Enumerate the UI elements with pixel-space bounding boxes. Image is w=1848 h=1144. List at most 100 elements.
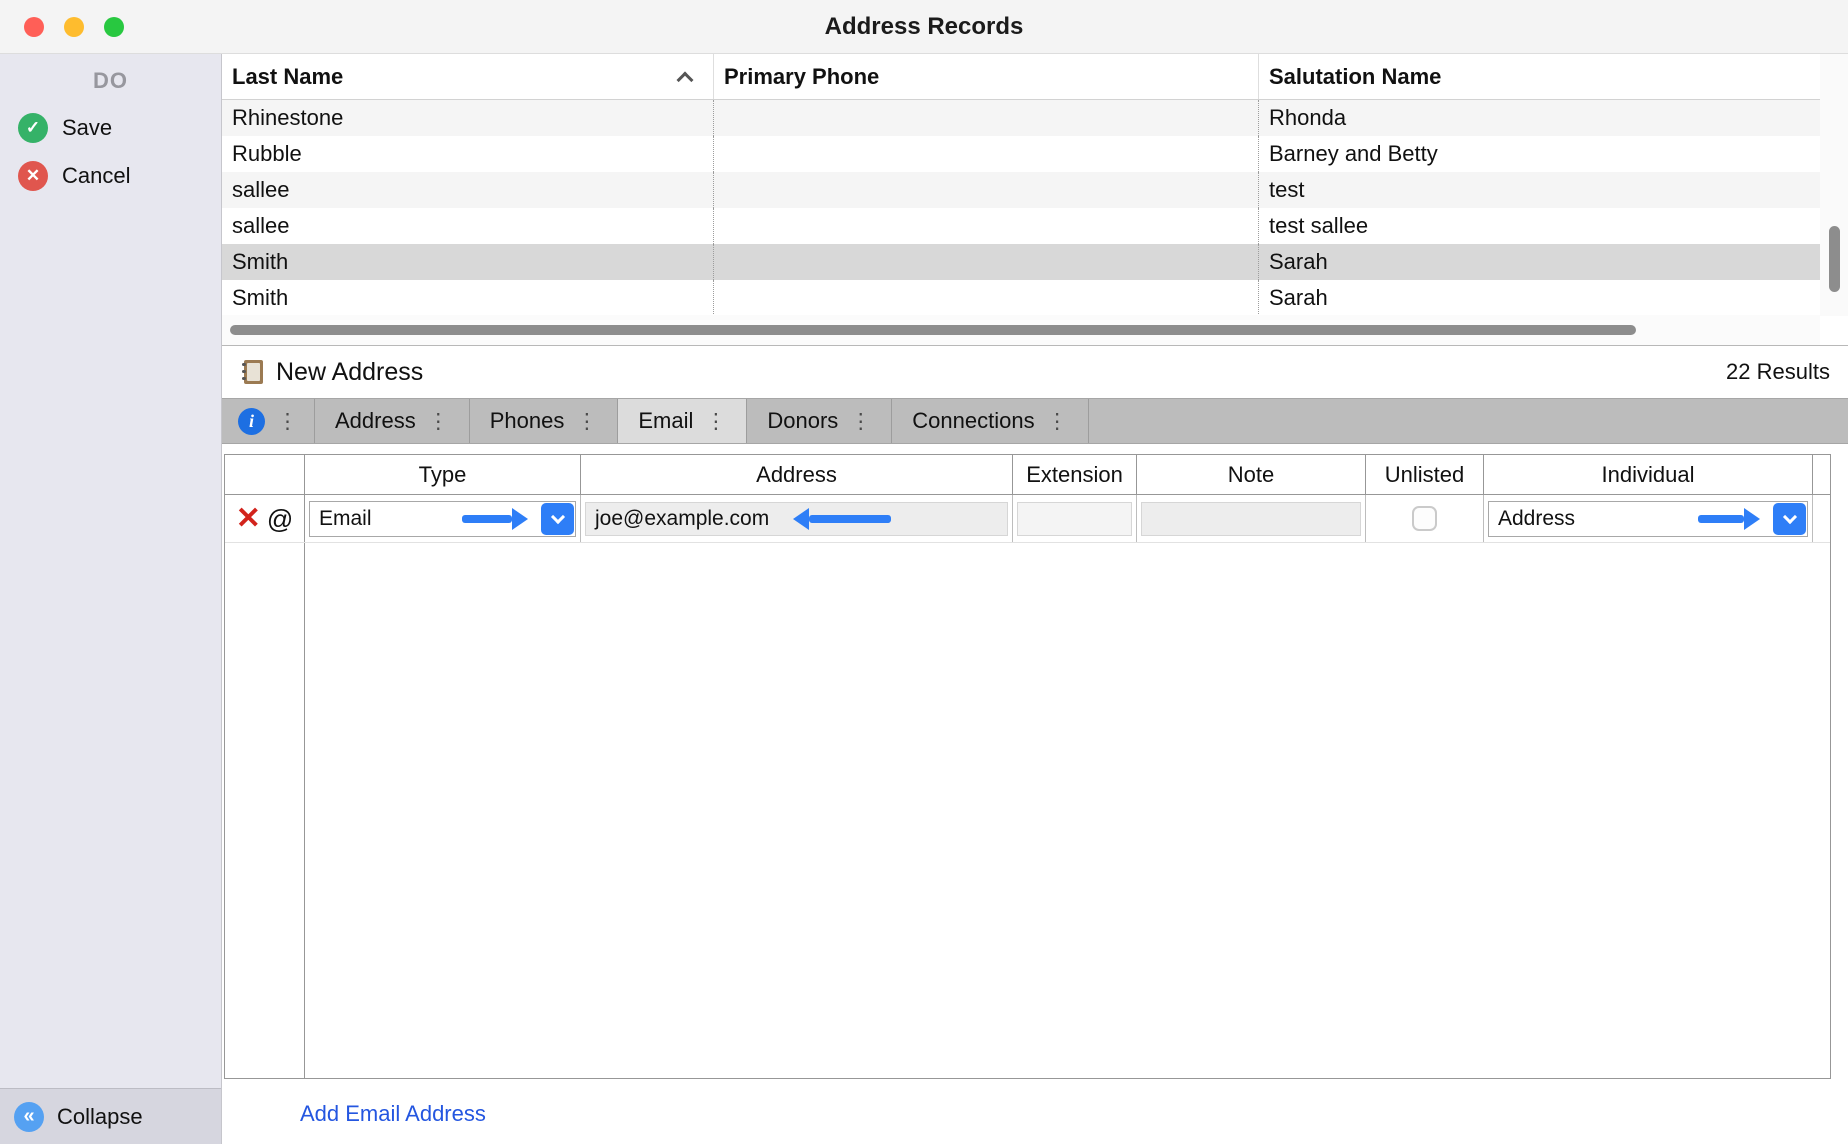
- kebab-menu-icon[interactable]: ⋮: [1047, 409, 1068, 434]
- tab-address-label: Address: [335, 408, 416, 434]
- tab-connections-label: Connections: [912, 408, 1034, 434]
- horizontal-scrollbar[interactable]: [222, 315, 1820, 345]
- tab-phones[interactable]: Phones ⋮: [470, 399, 619, 443]
- tab-address[interactable]: Address ⋮: [315, 399, 470, 443]
- type-dropdown-button[interactable]: [541, 503, 574, 535]
- cell-salutation: Sarah: [1259, 244, 1820, 280]
- detail-table-empty-area: [225, 543, 1830, 1078]
- detail-header-address: Address: [581, 455, 1013, 494]
- cancel-button[interactable]: ✕ Cancel: [0, 152, 221, 200]
- horizontal-scrollbar-thumb[interactable]: [230, 325, 1636, 335]
- detail-header-individual: Individual: [1484, 455, 1813, 494]
- close-window-button[interactable]: [24, 17, 44, 37]
- window: Address Records DO ✓ Save ✕ Cancel « Col…: [0, 0, 1848, 1144]
- cell-primary-phone: [714, 100, 1259, 136]
- add-email-address-link[interactable]: Add Email Address: [300, 1101, 486, 1126]
- delete-row-icon[interactable]: ✕: [236, 504, 261, 534]
- table-row[interactable]: Rhinestone Rhonda: [222, 100, 1820, 136]
- cancel-label: Cancel: [62, 163, 130, 189]
- cell-salutation: Barney and Betty: [1259, 136, 1820, 172]
- kebab-menu-icon[interactable]: ⋮: [277, 409, 298, 434]
- section-header: New Address 22 Results: [222, 346, 1848, 398]
- kebab-menu-icon[interactable]: ⋮: [850, 409, 871, 434]
- column-header-last-name[interactable]: Last Name: [222, 54, 714, 99]
- vertical-scrollbar[interactable]: [1820, 54, 1848, 316]
- email-row: ✕ @ Email: [225, 495, 1830, 543]
- detail-header-unlisted: Unlisted: [1366, 455, 1484, 494]
- chevron-down-icon: [550, 509, 564, 523]
- cancel-x-icon: ✕: [18, 161, 48, 191]
- chevron-down-icon: [1782, 509, 1796, 523]
- cell-last-name: sallee: [222, 208, 714, 244]
- table-row[interactable]: Rubble Barney and Betty: [222, 136, 1820, 172]
- collapse-label: Collapse: [57, 1104, 143, 1130]
- zoom-window-button[interactable]: [104, 17, 124, 37]
- tab-donors[interactable]: Donors ⋮: [747, 399, 892, 443]
- detail-header-type: Type: [305, 455, 581, 494]
- address-cell: joe@example.com: [581, 495, 1013, 542]
- table-row[interactable]: Smith Sarah: [222, 280, 1820, 316]
- save-label: Save: [62, 115, 112, 141]
- cell-primary-phone: [714, 208, 1259, 244]
- individual-dropdown-button[interactable]: [1773, 503, 1806, 535]
- collapse-button[interactable]: « Collapse: [0, 1088, 221, 1144]
- cell-last-name: Smith: [222, 280, 714, 316]
- save-button[interactable]: ✓ Save: [0, 104, 221, 152]
- tab-connections[interactable]: Connections ⋮: [892, 399, 1088, 443]
- cell-salutation: test: [1259, 172, 1820, 208]
- detail-footer: Add Email Address: [222, 1079, 1848, 1127]
- info-icon: i: [238, 408, 265, 435]
- row-action-cell: ✕ @: [225, 495, 305, 542]
- minimize-window-button[interactable]: [64, 17, 84, 37]
- detail-header-note: Note: [1137, 455, 1366, 494]
- info-tab[interactable]: i ⋮: [222, 399, 315, 443]
- email-detail-table: Type Address Extension Note Unlisted Ind…: [224, 454, 1831, 1079]
- tab-bar: i ⋮ Address ⋮ Phones ⋮ Email ⋮ Donors: [222, 398, 1848, 444]
- cell-salutation: Sarah: [1259, 280, 1820, 316]
- individual-select[interactable]: Address: [1488, 501, 1808, 537]
- extension-input[interactable]: [1017, 502, 1132, 536]
- records-table: Last Name Primary Phone Salutation Name …: [222, 54, 1848, 346]
- type-cell: Email: [305, 495, 581, 542]
- save-check-icon: ✓: [18, 113, 48, 143]
- collapse-icon: «: [14, 1102, 44, 1132]
- sort-ascending-icon: [677, 71, 694, 88]
- detail-table-header: Type Address Extension Note Unlisted Ind…: [225, 455, 1830, 495]
- table-row[interactable]: sallee test: [222, 172, 1820, 208]
- tab-donors-label: Donors: [767, 408, 838, 434]
- cell-primary-phone: [714, 244, 1259, 280]
- note-input[interactable]: [1141, 502, 1361, 536]
- annotation-arrow-right-type: [462, 508, 528, 530]
- cell-primary-phone: [714, 280, 1259, 316]
- sidebar: DO ✓ Save ✕ Cancel « Collapse: [0, 54, 222, 1144]
- records-table-header: Last Name Primary Phone Salutation Name: [222, 54, 1820, 100]
- column-header-salutation-name[interactable]: Salutation Name: [1259, 54, 1820, 99]
- row-filler-cell: [1813, 495, 1830, 542]
- unlisted-checkbox[interactable]: [1412, 506, 1437, 531]
- tab-phones-label: Phones: [490, 408, 565, 434]
- address-book-icon: [238, 358, 266, 386]
- type-value: Email: [319, 507, 372, 531]
- action-column-rule: [225, 543, 305, 1078]
- annotation-arrow-left-address: [793, 508, 891, 530]
- individual-cell: Address: [1484, 495, 1813, 542]
- kebab-menu-icon[interactable]: ⋮: [576, 409, 597, 434]
- cell-primary-phone: [714, 172, 1259, 208]
- section-title: New Address: [276, 358, 423, 387]
- column-header-primary-phone[interactable]: Primary Phone: [714, 54, 1259, 99]
- tab-bar-filler: [1089, 399, 1848, 443]
- window-title: Address Records: [825, 13, 1024, 41]
- kebab-menu-icon[interactable]: ⋮: [428, 409, 449, 434]
- type-select[interactable]: Email: [309, 501, 576, 537]
- extension-cell: [1013, 495, 1137, 542]
- kebab-menu-icon[interactable]: ⋮: [705, 409, 726, 434]
- annotation-arrow-right-individual: [1698, 508, 1760, 530]
- detail-header-extension: Extension: [1013, 455, 1137, 494]
- table-row[interactable]: sallee test sallee: [222, 208, 1820, 244]
- cell-last-name: Smith: [222, 244, 714, 280]
- cell-salutation: Rhonda: [1259, 100, 1820, 136]
- individual-value: Address: [1498, 507, 1575, 531]
- vertical-scrollbar-thumb[interactable]: [1829, 226, 1840, 292]
- table-row-selected[interactable]: Smith Sarah: [222, 244, 1820, 280]
- tab-email[interactable]: Email ⋮: [618, 399, 747, 443]
